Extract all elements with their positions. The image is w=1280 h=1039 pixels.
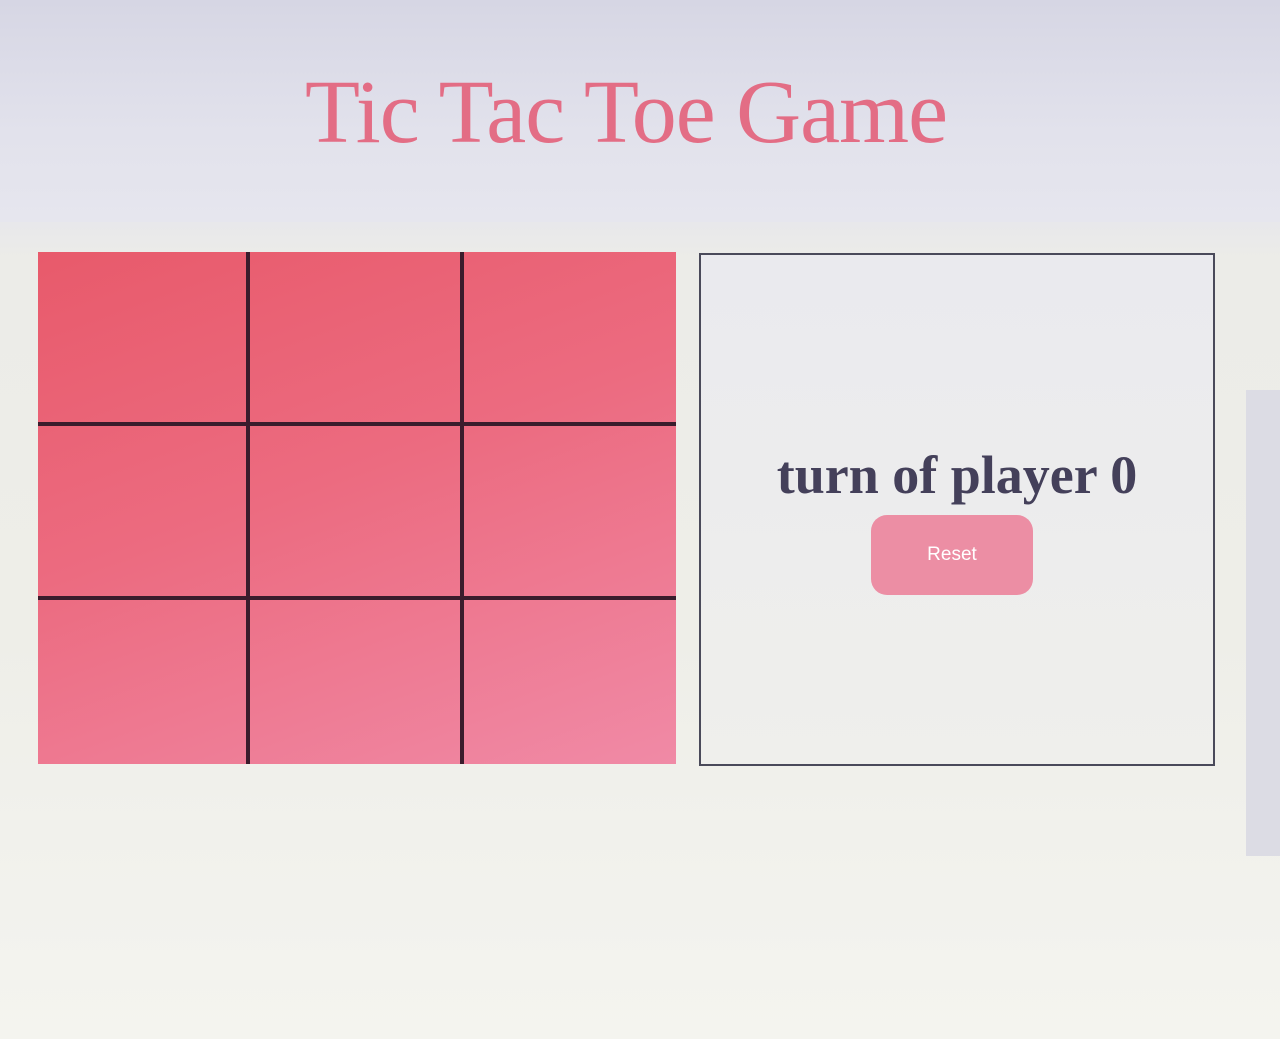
game-board: [38, 252, 676, 764]
scrollbar-track[interactable]: [1246, 390, 1280, 856]
board-cell-4[interactable]: [38, 426, 250, 600]
info-panel: turn of player 0 Reset: [699, 253, 1215, 766]
board-cell-9[interactable]: [464, 600, 676, 764]
board-cell-3[interactable]: [464, 252, 676, 426]
board-cell-2[interactable]: [250, 252, 464, 426]
page-title: Tic Tac Toe Game: [304, 63, 948, 162]
board-cell-7[interactable]: [38, 600, 250, 764]
reset-button[interactable]: Reset: [871, 515, 1033, 595]
turn-status: turn of player 0: [776, 445, 1138, 505]
board-cell-1[interactable]: [38, 252, 250, 426]
board-cell-6[interactable]: [464, 426, 676, 600]
board-cell-5[interactable]: [250, 426, 464, 600]
board-cell-8[interactable]: [250, 600, 464, 764]
